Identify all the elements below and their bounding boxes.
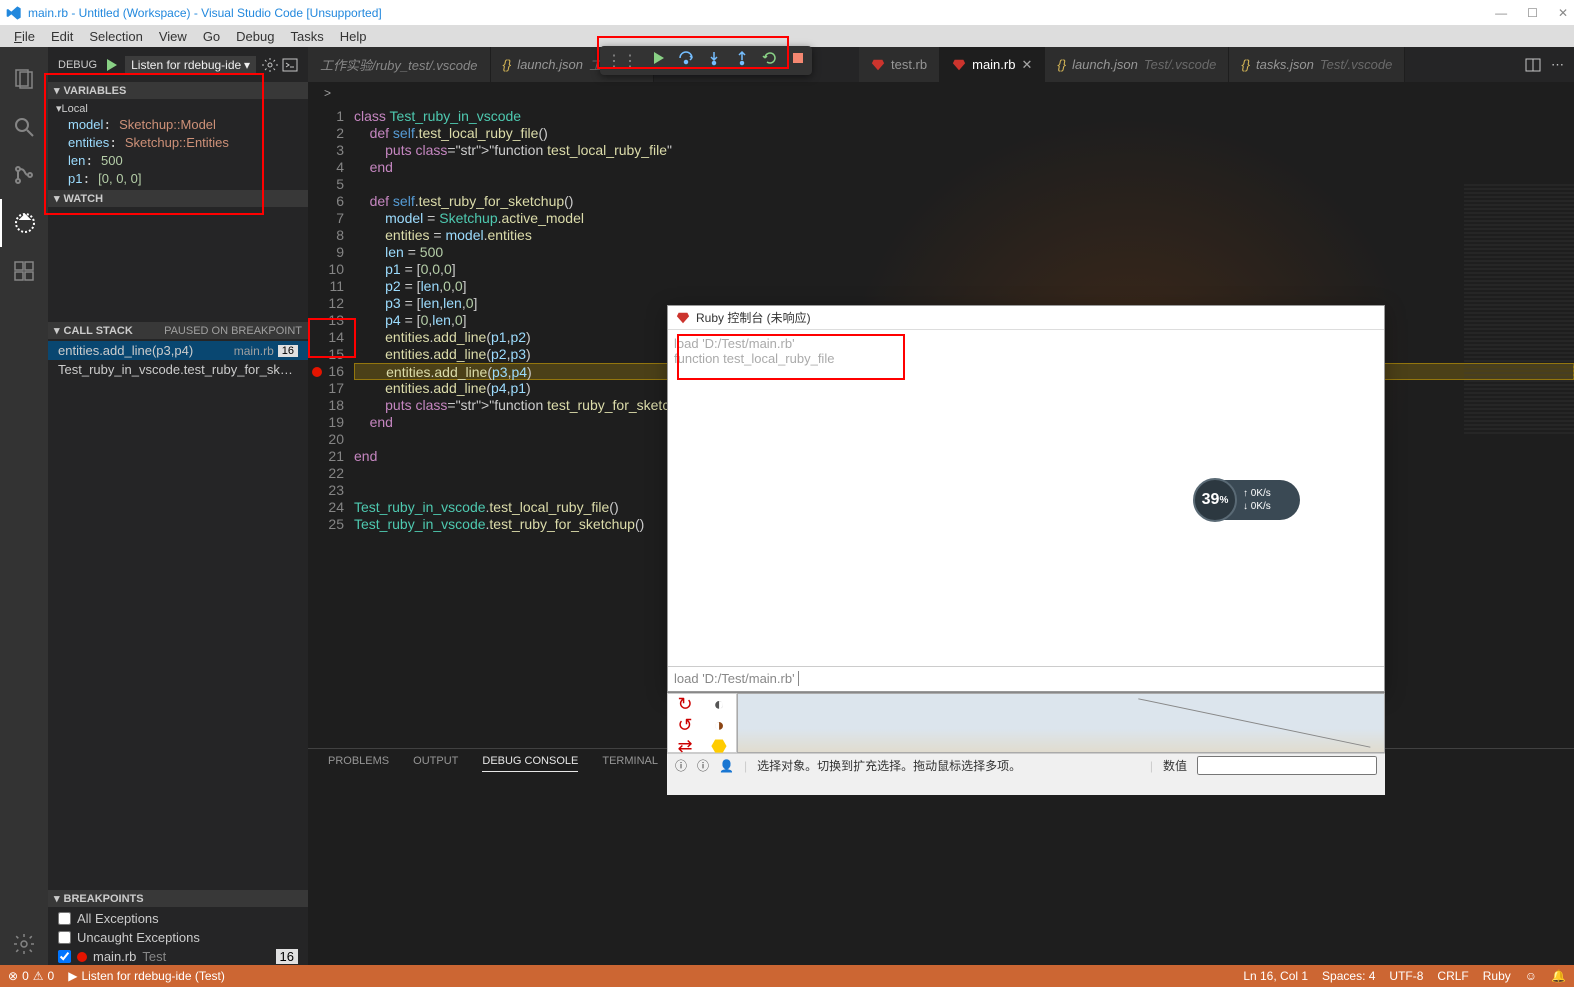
gear-icon[interactable] [262,57,278,73]
close-icon[interactable]: ✕ [1021,57,1032,73]
drag-handle-icon[interactable]: ⋮⋮ [606,51,638,71]
network-speed-widget[interactable]: 39% ↑ 0K/s ↓ 0K/s [1195,480,1300,520]
debug-label: DEBUG [58,59,97,71]
debug-toolbar[interactable]: ⋮⋮ [600,46,812,75]
callstack-section-header[interactable]: ▾CALL STACKPAUSED ON BREAKPOINT [48,322,308,339]
tab-test-rb[interactable]: test.rb [859,47,940,82]
tab-tasks-json[interactable]: {}tasks.json Test/.vscode [1229,47,1405,82]
status-encoding[interactable]: UTF-8 [1389,969,1423,983]
window-title: main.rb - Untitled (Workspace) - Visual … [28,6,382,20]
activity-search-icon[interactable] [0,103,48,151]
line-number-gutter: 1234567891011121314151617181920212223242… [308,104,354,748]
upload-rate: ↑ 0K/s [1243,488,1271,499]
tab-main-rb[interactable]: main.rb ✕ [940,47,1045,82]
status-cursor-pos[interactable]: Ln 16, Col 1 [1243,969,1308,983]
breakpoint-checkbox[interactable] [58,912,71,925]
win-maximize[interactable]: ☐ [1527,6,1538,20]
su-tool-icon[interactable]: ↻ [668,694,702,715]
status-language[interactable]: Ruby [1483,969,1511,983]
download-rate: ↓ 0K/s [1243,501,1271,512]
console-icon[interactable] [282,57,298,73]
more-icon[interactable]: ⋯ [1551,57,1564,73]
activity-scm-icon[interactable] [0,151,48,199]
status-feedback-icon[interactable]: ☺ [1525,969,1537,983]
su-tool-icon[interactable]: ◑ [702,715,736,736]
variable-row[interactable]: entities: Sketchup::Entities [48,134,308,152]
debug-sidebar: DEBUG Listen for rdebug-ide ▾ ▾VARIABLES… [48,47,308,968]
sketchup-toolbar[interactable]: ↻ ◐ ↺ ◑ ⇄ ⬣ [667,693,737,753]
win-close[interactable]: ✕ [1558,6,1568,20]
sketchup-value-input[interactable] [1197,756,1377,775]
breakpoint-row[interactable]: main.rb Test16 [48,947,308,966]
menu-debug[interactable]: Debug [228,27,282,46]
activity-settings-icon[interactable] [0,920,48,968]
variable-row[interactable]: model: Sketchup::Model [48,116,308,134]
debug-header: DEBUG Listen for rdebug-ide ▾ [48,47,308,82]
su-help-icon[interactable]: ⓘ [675,757,687,774]
breadcrumb-tab[interactable]: 工作实验/ruby_test/.vscode [308,47,491,82]
tab-bar: 工作实验/ruby_test/.vscode {}launch.json 工作实… [308,47,1574,82]
variables-scope-local[interactable]: ▾ Local [48,101,308,116]
su-info-icon[interactable]: ⓘ [697,757,709,774]
sketchup-viewport[interactable] [737,693,1385,753]
step-over-icon[interactable] [678,50,694,71]
menu-go[interactable]: Go [195,27,228,46]
panel-tab-debug-console[interactable]: DEBUG CONSOLE [482,755,578,772]
ruby-console-titlebar[interactable]: Ruby 控制台 (未响应) [668,306,1384,330]
menu-view[interactable]: View [151,27,195,46]
split-editor-icon[interactable] [1525,57,1541,73]
tab-launch-json-2[interactable]: {}launch.json Test/.vscode [1045,47,1229,82]
status-debug-config[interactable]: ▶ Listen for rdebug-ide (Test) [68,969,225,983]
breakpoint-row[interactable]: Uncaught Exceptions [48,928,308,947]
activity-explorer-icon[interactable] [0,55,48,103]
menu-bar: File Edit Selection View Go Debug Tasks … [0,25,1574,47]
continue-icon[interactable] [650,50,666,71]
ruby-console-input[interactable]: load 'D:/Test/main.rb' [668,666,1384,691]
step-out-icon[interactable] [734,50,750,71]
su-user-icon[interactable]: 👤 [719,759,734,773]
breakpoint-row[interactable]: All Exceptions [48,909,308,928]
activity-bar [0,47,48,968]
panel-tab-output[interactable]: OUTPUT [413,755,458,772]
window-titlebar: main.rb - Untitled (Workspace) - Visual … [0,0,1574,25]
vscode-icon [6,5,22,21]
status-bar: ⊗ 0 ⚠ 0 ▶ Listen for rdebug-ide (Test) L… [0,965,1574,987]
variable-row[interactable]: len: 500 [48,152,308,170]
breakpoints-section-header[interactable]: ▾BREAKPOINTS [48,890,308,907]
menu-selection[interactable]: Selection [81,27,150,46]
menu-help[interactable]: Help [332,27,375,46]
su-tool-icon[interactable]: ↺ [668,715,702,736]
breakpoint-dot-icon [77,952,87,962]
stop-icon[interactable] [790,50,806,71]
start-debug-icon[interactable] [103,57,119,73]
status-notifications-icon[interactable]: 🔔 [1551,969,1566,983]
variable-row[interactable]: p1: [0, 0, 0] [48,170,308,188]
sketchup-window[interactable]: ↻ ◐ ↺ ◑ ⇄ ⬣ ⓘ ⓘ 👤 | 选择对象。切换到扩充选择。拖动鼠标选择多… [667,692,1385,795]
menu-edit[interactable]: Edit [43,27,81,46]
su-tool-icon[interactable]: ◐ [702,694,736,715]
activity-extensions-icon[interactable] [0,247,48,295]
win-minimize[interactable]: — [1495,6,1507,20]
callstack-frame[interactable]: Test_ruby_in_vscode.test_ruby_for_sketch… [48,360,308,379]
status-indent[interactable]: Spaces: 4 [1322,969,1375,983]
activity-debug-icon[interactable] [0,199,48,247]
status-eol[interactable]: CRLF [1437,969,1468,983]
step-into-icon[interactable] [706,50,722,71]
menu-file[interactable]: File [6,27,43,46]
variables-section-header[interactable]: ▾VARIABLES [48,82,308,99]
restart-icon[interactable] [762,50,778,71]
debug-config-dropdown[interactable]: Listen for rdebug-ide ▾ [125,56,256,74]
breakpoint-checkbox[interactable] [58,950,71,963]
breakpoint-checkbox[interactable] [58,931,71,944]
callstack-frame[interactable]: entities.add_line(p3,p4) main.rb 16 [48,341,308,360]
ruby-icon [676,311,690,325]
panel-tab-terminal[interactable]: TERMINAL [602,755,658,772]
menu-tasks[interactable]: Tasks [282,27,331,46]
status-errors[interactable]: ⊗ 0 ⚠ 0 [8,969,54,983]
panel-tab-problems[interactable]: PROBLEMS [328,755,389,772]
sketchup-statusbar: ⓘ ⓘ 👤 | 选择对象。切换到扩充选择。拖动鼠标选择多项。 | 数值 [667,753,1385,777]
breadcrumb-path[interactable]: > [308,82,1574,104]
watch-section-header[interactable]: ▾WATCH [48,190,308,207]
